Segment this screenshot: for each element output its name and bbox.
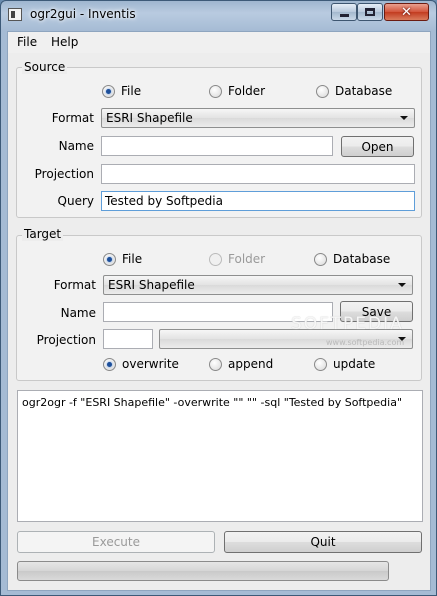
target-projection-input[interactable] <box>103 329 153 349</box>
menu-help[interactable]: Help <box>51 35 78 49</box>
execute-button[interactable]: Execute <box>17 531 215 553</box>
source-name-input[interactable] <box>101 136 333 156</box>
softpedia-watermark: SOFTPEDIA <box>291 314 404 334</box>
target-name-label: Name <box>60 306 96 320</box>
source-query-label: Query <box>57 194 94 208</box>
overwrite-label: overwrite <box>122 357 179 371</box>
target-folder-radio[interactable] <box>209 253 222 266</box>
command-output[interactable]: ogr2ogr -f "ESRI Shapefile" -overwrite "… <box>17 390 423 522</box>
chevron-down-icon <box>400 116 408 120</box>
title-bar[interactable]: ogr2gui - Inventis ✕ <box>1 1 436 31</box>
source-database-radio[interactable] <box>316 85 329 98</box>
overwrite-radio[interactable] <box>103 358 116 371</box>
target-database-label: Database <box>333 252 391 266</box>
append-label: append <box>228 357 274 371</box>
source-projection-label: Projection <box>34 167 94 181</box>
source-format-value: ESRI Shapefile <box>106 111 193 125</box>
source-folder-label: Folder <box>228 84 266 98</box>
open-button[interactable]: Open <box>341 136 414 157</box>
source-group-title: Source <box>22 60 68 74</box>
source-format-label: Format <box>51 111 94 125</box>
target-database-radio[interactable] <box>314 253 327 266</box>
target-format-value: ESRI Shapefile <box>108 278 195 292</box>
target-group-title: Target <box>22 227 64 241</box>
chevron-down-icon <box>398 283 406 287</box>
minimize-button[interactable] <box>331 3 357 21</box>
maximize-button[interactable] <box>357 3 383 21</box>
close-button[interactable]: ✕ <box>384 3 429 21</box>
source-name-label: Name <box>58 139 94 153</box>
target-format-select[interactable]: ESRI Shapefile <box>103 275 413 295</box>
source-projection-input[interactable] <box>101 164 415 184</box>
quit-button[interactable]: Quit <box>224 531 422 553</box>
source-folder-radio[interactable] <box>209 85 222 98</box>
app-icon <box>8 8 22 21</box>
maximize-icon <box>365 8 375 16</box>
target-projection-label: Projection <box>36 333 96 347</box>
softpedia-watermark-url: www.softpedia.com <box>326 338 405 347</box>
target-format-label: Format <box>53 278 96 292</box>
menu-file[interactable]: File <box>17 35 37 49</box>
target-file-label: File <box>122 252 143 266</box>
source-query-input[interactable]: Tested by Softpedia <box>101 191 415 211</box>
source-file-label: File <box>121 84 142 98</box>
source-file-radio[interactable] <box>102 85 115 98</box>
target-folder-label: Folder <box>228 252 266 266</box>
append-radio[interactable] <box>209 358 222 371</box>
source-database-label: Database <box>335 84 393 98</box>
target-file-radio[interactable] <box>103 253 116 266</box>
application-window: ogr2gui - Inventis ✕ File Help Source Fi… <box>0 0 437 596</box>
update-label: update <box>333 357 376 371</box>
close-icon: ✕ <box>401 4 412 20</box>
progress-bar <box>17 561 389 581</box>
source-format-select[interactable]: ESRI Shapefile <box>101 108 415 128</box>
menu-bar: File Help <box>8 32 430 53</box>
window-title: ogr2gui - Inventis <box>30 7 136 21</box>
main-panel: File Help Source File Folder Database Fo… <box>7 31 431 591</box>
minimize-icon <box>339 13 349 17</box>
update-radio[interactable] <box>314 358 327 371</box>
